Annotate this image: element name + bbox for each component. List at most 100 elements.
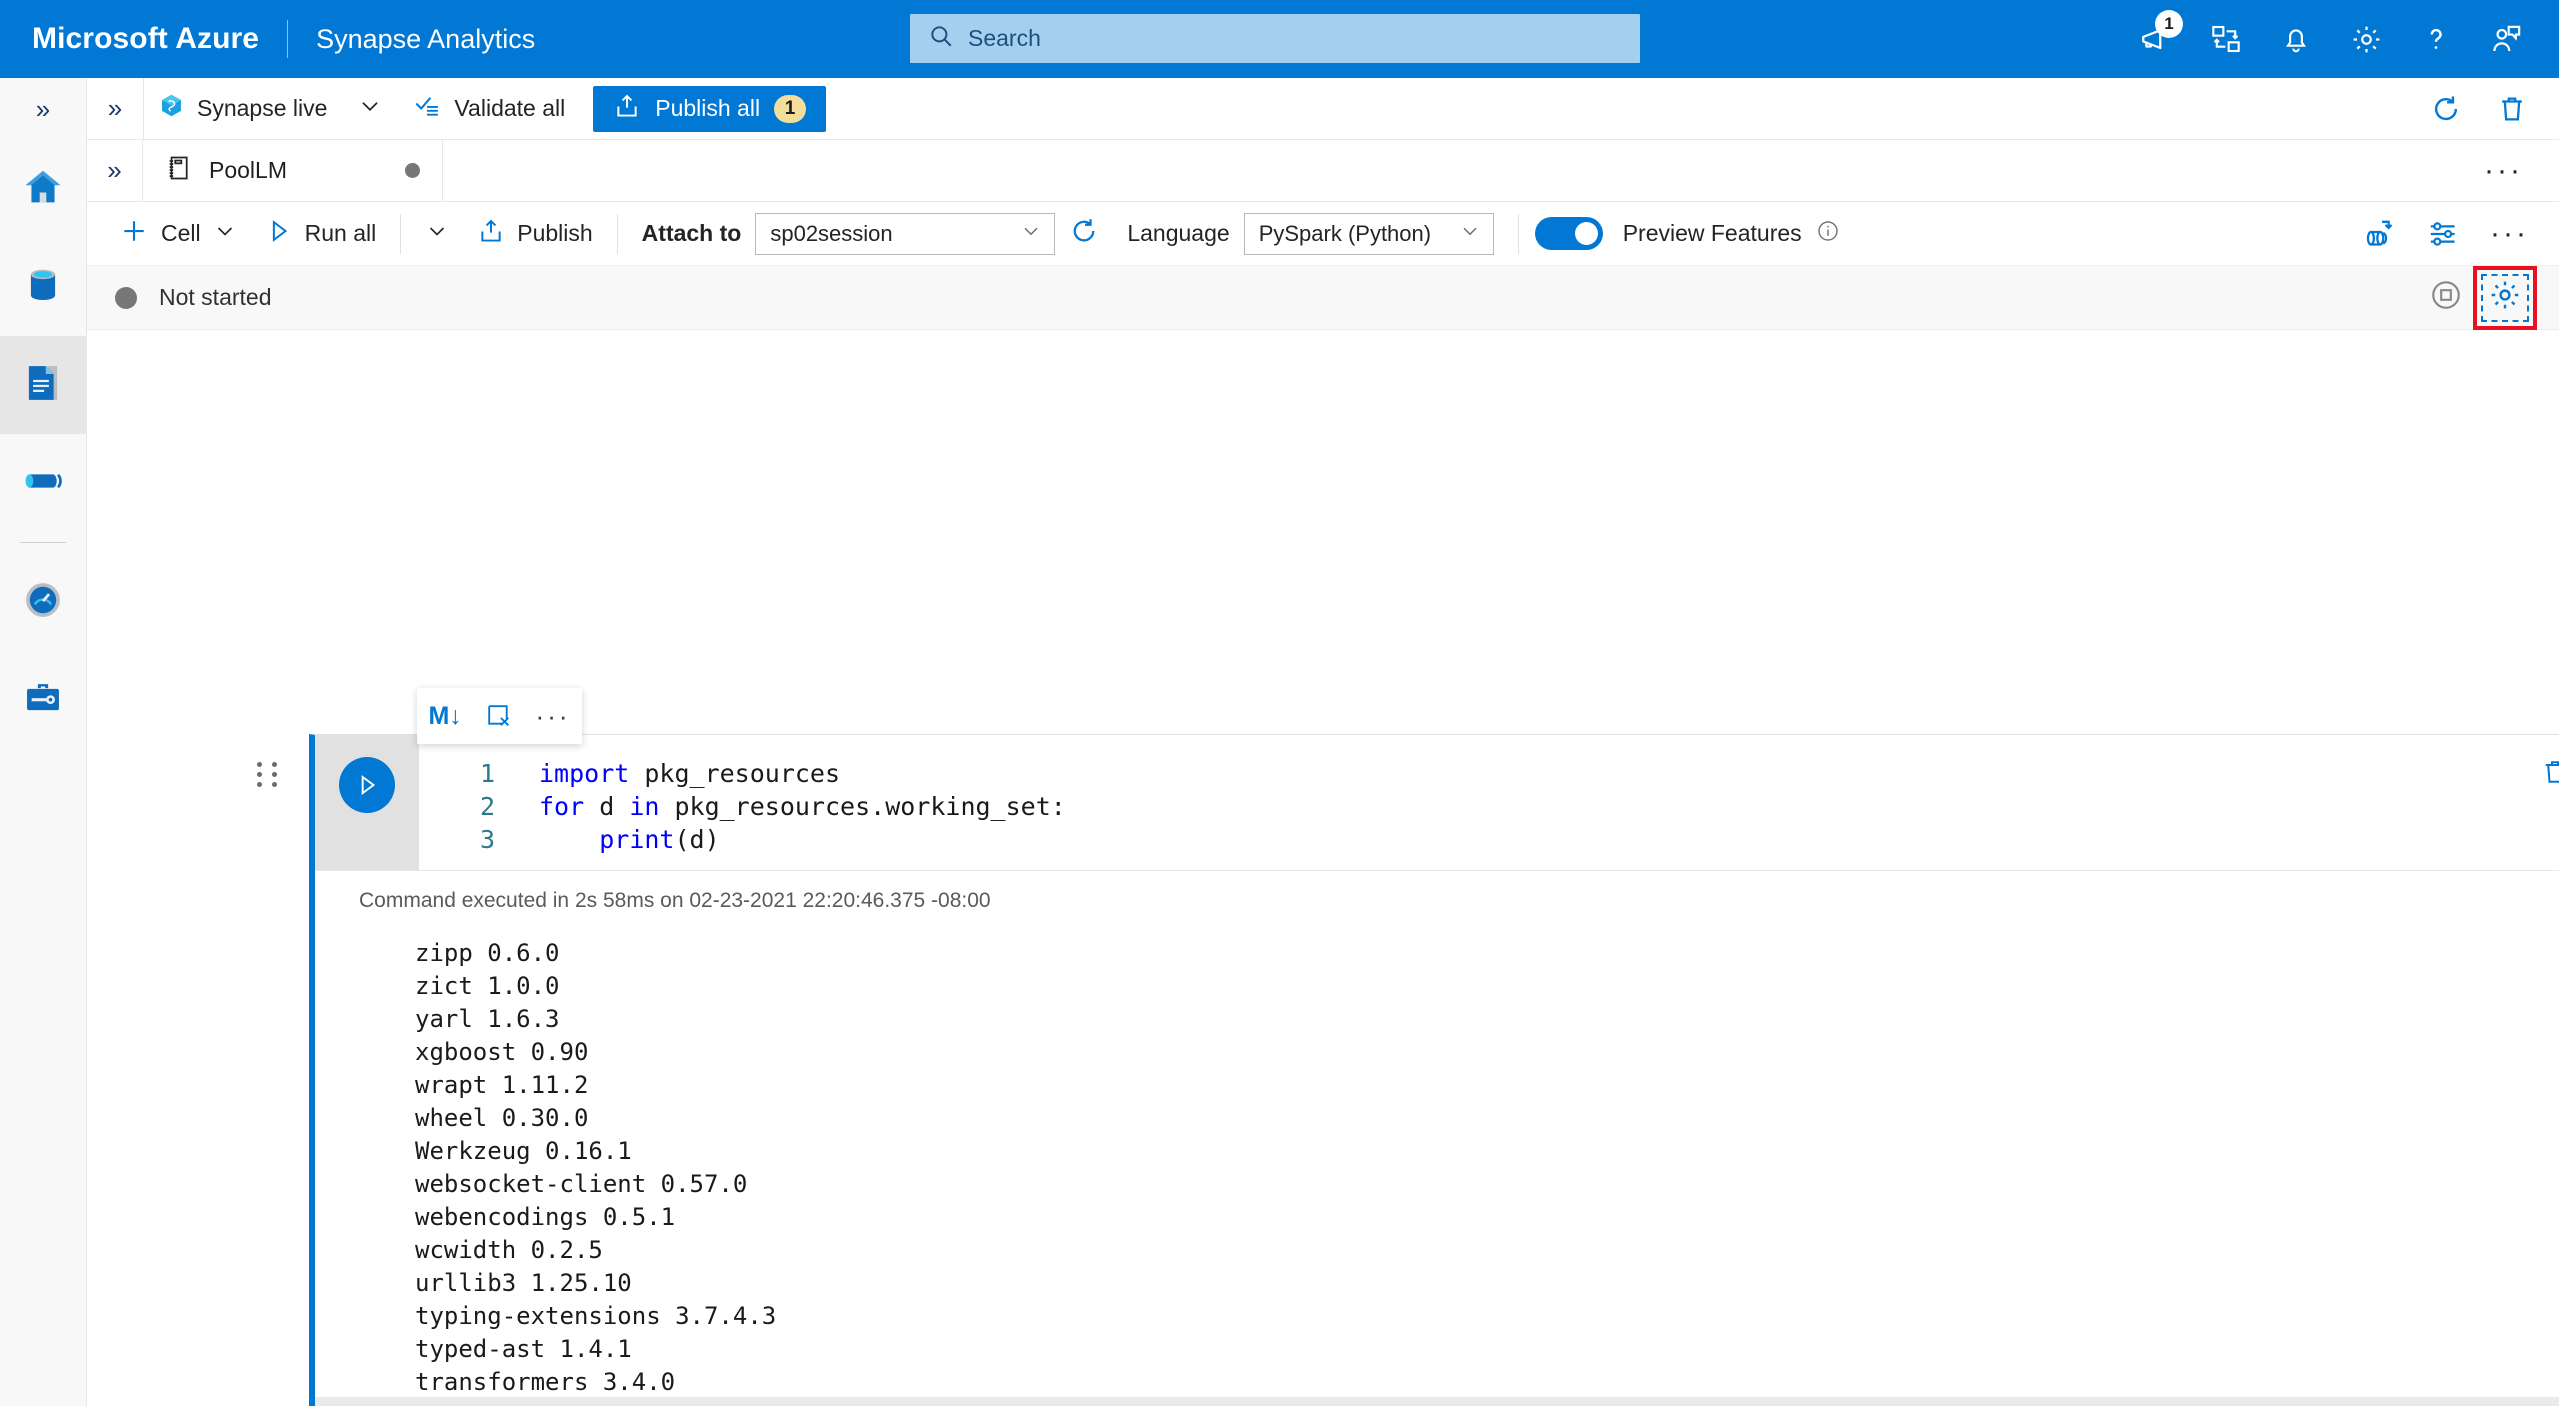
publish-upload-icon xyxy=(613,92,641,126)
validate-all-button[interactable]: Validate all xyxy=(399,78,579,140)
cell-more-menu[interactable]: ··· xyxy=(536,701,571,732)
gear-icon[interactable] xyxy=(2488,278,2522,317)
synapse-notebook-page: Microsoft Azure Synapse Analytics 1 xyxy=(0,0,2559,1406)
line-number: 2 xyxy=(479,792,495,821)
tab-poollm[interactable]: PoolLM xyxy=(143,140,443,201)
tab-overflow-menu[interactable]: ··· xyxy=(2470,154,2537,188)
info-icon[interactable] xyxy=(1816,219,1840,248)
notebook-canvas: M↓ ··· 1 import pkg_resources 2 for d in… xyxy=(87,330,2559,1406)
synapse-live-selector[interactable]: Synapse live xyxy=(144,78,341,140)
play-icon xyxy=(265,217,293,251)
cell-output: zipp 0.6.0 zict 1.0.0 yarl 1.6.3 xgboost… xyxy=(315,927,2559,1406)
discard-all-trash-icon[interactable] xyxy=(2481,78,2543,140)
run-cell-icon[interactable] xyxy=(339,757,395,813)
attach-to-select[interactable]: sp02session xyxy=(755,212,1056,255)
command-bar-expand[interactable]: » xyxy=(87,93,143,124)
azure-top-bar: Microsoft Azure Synapse Analytics 1 xyxy=(0,0,2559,78)
publish-upload-icon xyxy=(477,217,505,251)
run-all-label: Run all xyxy=(304,220,377,246)
session-settings-focus-ring xyxy=(2481,273,2529,322)
pipeline-icon xyxy=(21,459,65,508)
feedback-person-icon[interactable] xyxy=(2471,0,2541,78)
notebook-cell[interactable]: 1 import pkg_resources 2 for d in pkg_re… xyxy=(309,734,2559,1406)
publish-button[interactable]: Publish xyxy=(463,202,606,266)
toolbar-divider xyxy=(400,213,402,254)
notebook-icon xyxy=(165,154,193,187)
azure-brand[interactable]: Microsoft Azure xyxy=(32,22,259,56)
add-to-pipeline-icon[interactable] xyxy=(2348,203,2410,265)
sidebar-item-integrate[interactable] xyxy=(0,434,86,532)
toolbar-divider xyxy=(1517,213,1519,254)
gear-icon[interactable] xyxy=(2331,0,2401,78)
stop-session-icon[interactable] xyxy=(2429,278,2463,317)
convert-to-markdown-icon[interactable]: M↓ xyxy=(428,702,461,731)
delete-cell-icon[interactable] xyxy=(485,702,513,730)
session-status-bar: Not started xyxy=(87,265,2559,330)
cloud-shell-icon[interactable] xyxy=(2191,0,2261,78)
synapse-live-caret[interactable] xyxy=(341,78,399,140)
brand-separator xyxy=(287,20,289,58)
tab-label: PoolLM xyxy=(209,157,287,183)
language-select[interactable]: PySpark (Python) xyxy=(1243,212,1494,255)
global-search[interactable] xyxy=(910,14,1640,63)
publish-all-button[interactable]: Publish all 1 xyxy=(593,85,827,132)
output-line: zict 1.0.0 xyxy=(415,972,560,1000)
add-cell-label: Cell xyxy=(161,220,201,246)
rail-expand-button[interactable]: » xyxy=(0,78,86,140)
code-text: import pkg_resources xyxy=(539,759,841,788)
run-all-button[interactable]: Run all xyxy=(251,202,391,266)
search-input[interactable] xyxy=(954,14,1640,63)
preview-features-toggle[interactable] xyxy=(1534,217,1603,250)
output-line: transformers 3.4.0 xyxy=(415,1368,676,1396)
tab-strip: » PoolLM ··· xyxy=(87,140,2559,202)
chevron-down-icon xyxy=(357,93,383,125)
toggle-knob xyxy=(1574,222,1598,245)
refresh-icon[interactable] xyxy=(2415,78,2477,140)
chevron-down-icon xyxy=(1459,220,1481,248)
megaphone-icon[interactable]: 1 xyxy=(2121,0,2191,78)
code-text: print(d) xyxy=(599,825,720,854)
output-line: typed-ast 1.4.1 xyxy=(415,1335,632,1363)
publish-all-label: Publish all xyxy=(655,95,761,121)
sidebar-item-home[interactable] xyxy=(0,140,86,238)
plus-icon xyxy=(119,216,149,252)
add-cell-button[interactable]: Cell xyxy=(105,202,251,266)
chevron-down-icon xyxy=(425,219,449,249)
sidebar-item-manage[interactable] xyxy=(0,651,86,749)
output-line: typing-extensions 3.7.4.3 xyxy=(415,1302,777,1330)
code-editor[interactable]: 1 import pkg_resources 2 for d in pkg_re… xyxy=(419,735,2559,870)
tab-strip-expand[interactable]: » xyxy=(87,140,143,201)
synapse-live-label: Synapse live xyxy=(197,95,328,121)
notebook-toolbar: Cell Run all Publish Attach to sp02sessi… xyxy=(87,202,2559,266)
output-line: zipp 0.6.0 xyxy=(415,939,560,967)
command-bar: » Synapse live Validate all Publish all … xyxy=(87,77,2559,140)
notebook-more-menu[interactable]: ··· xyxy=(2476,217,2543,251)
delete-cell-trash-icon[interactable] xyxy=(2540,757,2559,792)
cell-code-region: 1 import pkg_resources 2 for d in pkg_re… xyxy=(315,735,2559,870)
sidebar-item-data[interactable] xyxy=(0,238,86,336)
output-horizontal-scrollbar[interactable] xyxy=(315,1397,2559,1406)
sliders-icon[interactable] xyxy=(2412,203,2474,265)
gauge-icon xyxy=(21,578,65,627)
run-all-caret[interactable] xyxy=(411,202,463,266)
drag-handle-icon[interactable] xyxy=(257,762,281,787)
sidebar-item-monitor[interactable] xyxy=(0,553,86,651)
output-line: xgboost 0.90 xyxy=(415,1038,589,1066)
output-line: yarl 1.6.3 xyxy=(415,1005,560,1033)
cell-floating-toolbar: M↓ ··· xyxy=(417,688,582,744)
help-icon[interactable] xyxy=(2401,0,2471,78)
document-icon xyxy=(21,361,65,410)
bell-icon[interactable] xyxy=(2261,0,2331,78)
output-line: wrapt 1.11.2 xyxy=(415,1071,589,1099)
output-line: websocket-client 0.57.0 xyxy=(415,1170,748,1198)
session-settings-highlight xyxy=(2473,265,2537,330)
sidebar-item-develop[interactable] xyxy=(0,336,86,434)
output-line: wcwidth 0.2.5 xyxy=(415,1236,603,1264)
output-line: webencodings 0.5.1 xyxy=(415,1203,676,1231)
language-label: Language xyxy=(1127,220,1230,246)
main-content: » Synapse live Validate all Publish all … xyxy=(87,77,2559,1406)
service-name[interactable]: Synapse Analytics xyxy=(316,24,535,55)
status-bar-right xyxy=(2429,265,2559,330)
chevron-down-icon xyxy=(1020,220,1042,248)
refresh-session-button[interactable] xyxy=(1055,202,1113,266)
